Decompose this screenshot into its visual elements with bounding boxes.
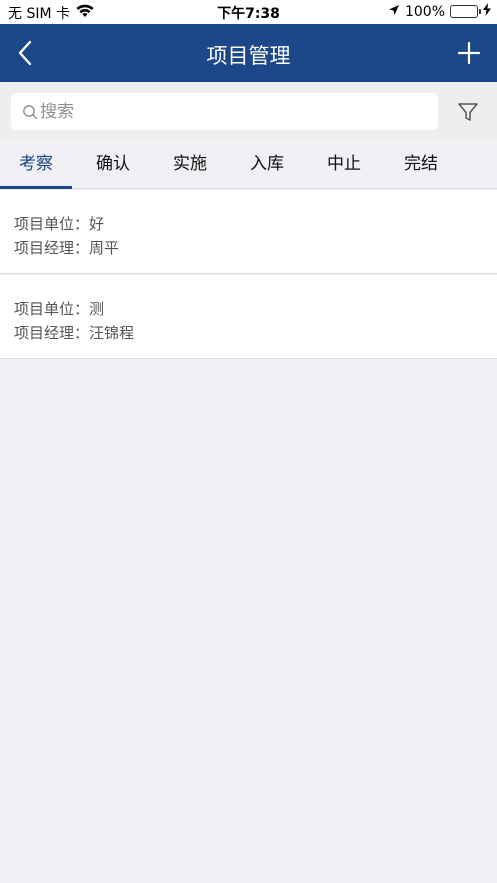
project-unit-row: 项目单位： 测 xyxy=(14,297,483,321)
list-item[interactable]: 项目单位： 好 项目经理： 周平 xyxy=(0,190,497,274)
project-manager-row: 项目经理： 周平 xyxy=(14,236,483,260)
tab-queren[interactable]: 确认 xyxy=(77,140,149,188)
search-area xyxy=(0,82,497,140)
charging-bolt-icon xyxy=(483,3,491,20)
tab-ruku[interactable]: 入库 xyxy=(231,140,303,188)
add-project-button[interactable] xyxy=(457,41,481,65)
project-manager-row: 项目经理： 汪锦程 xyxy=(14,321,483,345)
tab-wanjie[interactable]: 完结 xyxy=(385,140,457,188)
battery-icon xyxy=(450,5,481,18)
tab-kaocha[interactable]: 考察 xyxy=(0,140,72,189)
project-list: 项目单位： 好 项目经理： 周平 项目单位： 测 项目经理： 汪锦程 xyxy=(0,190,497,360)
list-item[interactable]: 项目单位： 测 项目经理： 汪锦程 xyxy=(0,275,497,359)
location-arrow-icon xyxy=(388,4,400,20)
filter-icon[interactable] xyxy=(457,101,479,123)
project-manager-value: 汪锦程 xyxy=(89,324,135,342)
plus-icon xyxy=(457,41,481,65)
project-unit-value: 测 xyxy=(89,300,105,318)
project-manager-label: 项目经理： xyxy=(14,239,90,257)
project-unit-label: 项目单位： xyxy=(14,300,90,318)
status-right: 100% xyxy=(388,3,491,20)
project-manager-label: 项目经理： xyxy=(14,324,90,342)
project-unit-label: 项目单位： xyxy=(14,215,90,233)
search-input[interactable] xyxy=(40,93,430,130)
search-icon xyxy=(23,105,38,120)
tab-shishi[interactable]: 实施 xyxy=(154,140,226,188)
project-unit-row: 项目单位： 好 xyxy=(14,212,483,236)
status-tabs: 考察 确认 实施 入库 中止 完结 xyxy=(0,140,497,189)
project-unit-value: 好 xyxy=(89,215,105,233)
project-manager-value: 周平 xyxy=(89,239,120,257)
navigation-bar: 项目管理 xyxy=(0,24,497,82)
battery-percent: 100% xyxy=(404,3,445,20)
search-box[interactable] xyxy=(11,93,438,130)
status-bar: 无 SIM 卡 下午7:38 100% xyxy=(0,0,497,24)
page-title: 项目管理 xyxy=(206,44,291,68)
tab-zhongzhi[interactable]: 中止 xyxy=(308,140,380,188)
